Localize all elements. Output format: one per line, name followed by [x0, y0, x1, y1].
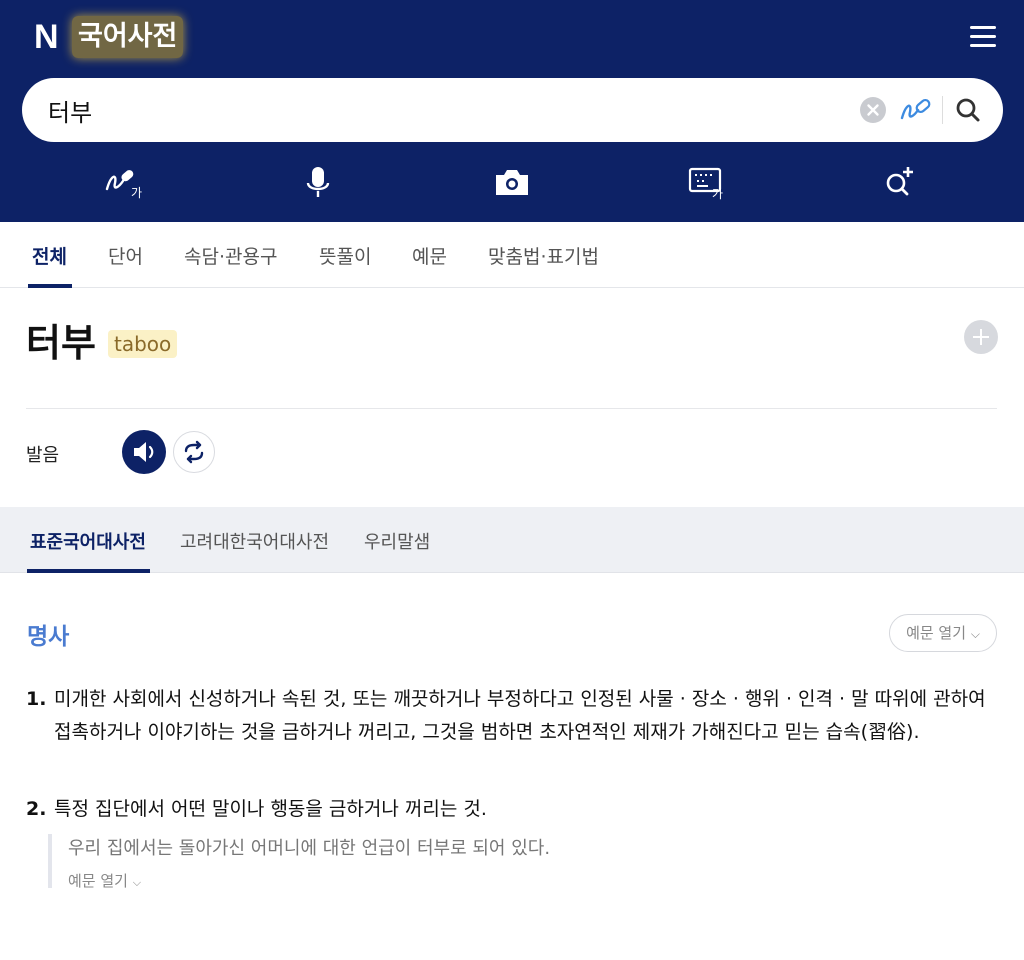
repeat-icon	[184, 440, 204, 464]
header: N 국어사전 가	[0, 0, 1024, 222]
handwriting-icon	[900, 98, 931, 120]
example-sentence: 우리 집에서는 돌아가신 어머니에 대한 언급이 터부로 되어 있다.	[68, 838, 551, 859]
tab-urimalsaem[interactable]: 우리말샘	[364, 528, 430, 554]
sense-2: 2. 특정 집단에서 어떤 말이나 행동을 금하거나 꺼리는 것.	[26, 793, 1006, 829]
sense-number: 1.	[26, 688, 47, 710]
open-examples-label: 예문 열기	[906, 624, 967, 642]
menu-button[interactable]	[966, 22, 1000, 52]
naver-logo[interactable]: N	[34, 20, 64, 54]
open-more-examples-button[interactable]: 예문 열기 ⌵	[68, 870, 141, 891]
clear-search-button[interactable]	[860, 97, 886, 123]
category-tabs: 전체 단어 속담·관용구 뜻풀이 예문 맞춤법·표기법	[0, 222, 1024, 288]
open-more-examples-label: 예문 열기	[68, 872, 128, 890]
menu-icon	[970, 35, 996, 38]
sense-1: 1. 미개한 사회에서 신성하거나 속된 것, 또는 깨끗하거나 부정하다고 인…	[26, 683, 1006, 753]
part-of-speech: 명사	[27, 624, 70, 650]
repeat-pronunciation-button[interactable]	[173, 431, 215, 473]
word-origin: taboo	[108, 330, 178, 358]
tab-example[interactable]: 예문	[412, 242, 447, 269]
voice-search-button[interactable]	[304, 163, 332, 203]
divider	[26, 408, 997, 409]
svg-text:가: 가	[131, 186, 142, 200]
chevron-down-icon: ⌵	[132, 876, 142, 889]
zoom-plus-icon	[886, 167, 913, 196]
active-tab-indicator	[28, 284, 72, 288]
speaker-icon	[134, 442, 154, 462]
microphone-icon	[306, 167, 330, 197]
example-block: 우리 집에서는 돌아가신 어머니에 대한 언급이 터부로 되어 있다. 예문 열…	[48, 834, 648, 891]
sense-definition: 특정 집단에서 어떤 말이나 행동을 금하거나 꺼리는 것.	[54, 798, 487, 820]
open-examples-button[interactable]: 예문 열기 ⌵	[889, 614, 997, 652]
camera-icon	[496, 170, 528, 195]
tab-korea-univ-dictionary[interactable]: 고려대한국어대사전	[180, 528, 329, 554]
search-button[interactable]	[952, 94, 984, 126]
tab-spelling[interactable]: 맞춤법·표기법	[488, 242, 599, 269]
keyboard-input-button[interactable]: 가	[688, 163, 726, 203]
active-dictionary-indicator	[27, 569, 150, 573]
close-icon	[867, 104, 879, 116]
handwriting-input-button[interactable]	[898, 94, 934, 126]
tab-idiom[interactable]: 속담·관용구	[184, 242, 277, 269]
search-icon	[956, 98, 980, 122]
search-box	[22, 78, 1003, 142]
sense-number: 2.	[26, 798, 47, 820]
search-divider	[942, 96, 943, 124]
tab-all[interactable]: 전체	[32, 242, 67, 269]
handwriting-icon: 가	[105, 170, 142, 200]
dictionary-tabs: 표준국어대사전 고려대한국어대사전 우리말샘	[0, 507, 1024, 573]
play-pronunciation-button[interactable]	[122, 430, 166, 474]
camera-search-button[interactable]	[494, 163, 530, 203]
search-input[interactable]	[48, 90, 848, 130]
svg-text:가: 가	[712, 187, 723, 201]
keyboard-icon: 가	[688, 167, 723, 201]
pronunciation-label: 발음	[26, 445, 60, 466]
tab-word[interactable]: 단어	[108, 242, 143, 269]
detailed-search-button[interactable]	[882, 163, 918, 203]
tab-meaning[interactable]: 뜻풀이	[319, 242, 371, 269]
chevron-down-icon: ⌵	[970, 627, 980, 641]
service-title[interactable]: 국어사전	[72, 16, 184, 58]
sense-definition: 미개한 사회에서 신성하거나 속된 것, 또는 깨끗하거나 부정하다고 인정된 …	[54, 688, 986, 743]
tab-standard-dictionary[interactable]: 표준국어대사전	[30, 528, 146, 554]
menu-icon	[970, 44, 996, 47]
menu-icon	[970, 26, 996, 29]
add-to-wordbook-button[interactable]	[964, 320, 998, 354]
headword: 터부	[26, 321, 96, 365]
handwriting-tool-button[interactable]: 가	[104, 163, 146, 203]
